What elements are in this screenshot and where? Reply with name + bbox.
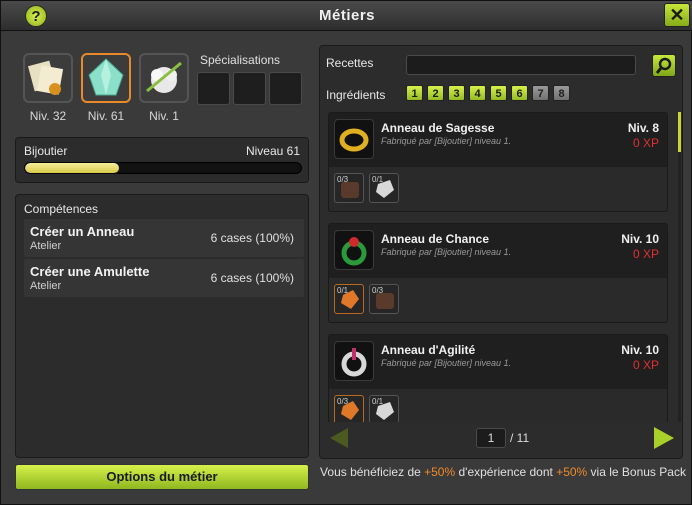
job-level-3: Niv. 1 [149, 109, 179, 123]
bonus-text: Vous bénéficiez de [320, 465, 425, 479]
page-number-input[interactable] [476, 428, 506, 448]
bonus-text: via le Bonus Pack [587, 465, 686, 479]
ingredient-slot[interactable]: 0/3 [334, 395, 364, 422]
ingredients-label: Ingrédients [326, 88, 386, 102]
specialisation-slot[interactable] [269, 72, 302, 105]
ingredient-count: 0/1 [372, 175, 384, 184]
job-level-2: Niv. 61 [87, 109, 125, 123]
recipe-name: Anneau d'Agilité [381, 343, 476, 357]
bonus-percent: +50% [424, 465, 456, 479]
ingredient-slot[interactable]: 0/3 [369, 284, 399, 314]
page-total: / 11 [510, 431, 530, 445]
recipe-card[interactable]: Anneau de Chance Fabriqué par [Bijoutier… [328, 223, 668, 323]
job-level: Niveau 61 [245, 144, 300, 158]
scrollbar-thumb[interactable] [678, 112, 681, 152]
job-level-1: Niv. 32 [29, 109, 67, 123]
job-xp-bar [24, 162, 302, 174]
ingredient-count: 0/1 [372, 397, 384, 406]
skill-cases: 6 cases (100%) [210, 231, 294, 245]
job-xp-fill [25, 163, 119, 173]
recipe-card[interactable]: Anneau d'Agilité Fabriqué par [Bijoutier… [328, 334, 668, 422]
recipe-header: Anneau de Chance Fabriqué par [Bijoutier… [329, 224, 667, 278]
close-icon: ✕ [669, 5, 685, 25]
ingredient-filter-5[interactable]: 5 [490, 85, 507, 101]
recipe-maker: Fabriqué par [Bijoutier] niveau 1. [381, 247, 512, 257]
job-progress-panel: Bijoutier Niveau 61 [15, 137, 309, 183]
ingredient-slot[interactable]: 0/1 [334, 284, 364, 314]
recipes-label: Recettes [326, 56, 374, 70]
skill-name: Créer une Amulette [30, 264, 150, 279]
recipe-maker: Fabriqué par [Bijoutier] niveau 1. [381, 358, 512, 368]
skill-row[interactable]: Créer une Amulette Atelier 6 cases (100%… [24, 259, 304, 297]
recipe-xp: 0 XP [632, 358, 659, 372]
specialisation-slot[interactable] [233, 72, 266, 105]
recipe-header: Anneau de Sagesse Fabriqué par [Bijoutie… [329, 113, 667, 167]
green-ring-icon [334, 230, 374, 270]
ingredient-slot[interactable]: 0/1 [369, 395, 399, 422]
recipe-list[interactable]: Anneau de Sagesse Fabriqué par [Bijoutie… [328, 112, 676, 422]
skill-place: Atelier [30, 280, 62, 292]
recipe-maker: Fabriqué par [Bijoutier] niveau 1. [381, 136, 512, 146]
recipe-header: Anneau d'Agilité Fabriqué par [Bijoutier… [329, 335, 667, 389]
recipe-level: Niv. 10 [621, 232, 659, 246]
silver-ring-icon [334, 341, 374, 381]
job-tab-2[interactable] [81, 53, 131, 103]
ingredient-filter-1[interactable]: 1 [406, 85, 423, 101]
crystal-icon [88, 58, 124, 96]
recipe-xp: 0 XP [632, 247, 659, 261]
next-page-button[interactable] [654, 427, 674, 449]
title-bar[interactable]: ? Métiers ✕ [1, 1, 692, 31]
skills-panel: Compétences Créer un Anneau Atelier 6 ca… [15, 194, 309, 458]
recipe-card[interactable]: Anneau de Sagesse Fabriqué par [Bijoutie… [328, 112, 668, 212]
recipe-search-input[interactable] [406, 55, 636, 75]
ingredient-filter-4[interactable]: 4 [469, 85, 486, 101]
skill-place: Atelier [30, 240, 62, 252]
bonus-text: d'expérience dont [455, 465, 557, 479]
recipe-name: Anneau de Sagesse [381, 121, 495, 135]
search-button[interactable] [652, 54, 676, 77]
recipe-xp: 0 XP [632, 136, 659, 150]
skills-title: Compétences [24, 202, 99, 216]
ingredient-filter-8[interactable]: 8 [553, 85, 570, 101]
ingredient-count: 0/1 [337, 286, 349, 295]
bonus-message: Vous bénéficiez de +50% d'expérience don… [319, 464, 687, 480]
previous-page-button[interactable] [330, 428, 348, 448]
ingredient-count: 0/3 [337, 397, 349, 406]
ingredient-slot[interactable]: 0/1 [369, 173, 399, 203]
skill-row[interactable]: Créer un Anneau Atelier 6 cases (100%) [24, 219, 304, 257]
job-tab-1[interactable] [23, 53, 73, 103]
recipe-scrollbar[interactable] [678, 112, 681, 422]
recipe-name: Anneau de Chance [381, 232, 490, 246]
bonus-percent: +50% [556, 465, 588, 479]
close-button[interactable]: ✕ [664, 3, 690, 27]
search-icon [655, 57, 672, 74]
job-name: Bijoutier [24, 144, 68, 158]
skill-cases: 6 cases (100%) [210, 271, 294, 285]
jobs-window: ? Métiers ✕ Niv. 32 Niv. 61 Niv. 1 Spéci… [0, 0, 692, 505]
job-tab-3[interactable] [139, 53, 189, 103]
job-selector: Niv. 32 Niv. 61 Niv. 1 Spécialisations [15, 45, 309, 127]
ingredient-filter-2[interactable]: 2 [427, 85, 444, 101]
wool-icon [146, 61, 182, 93]
ingredient-filter-7[interactable]: 7 [532, 85, 549, 101]
gold-ring-icon [334, 119, 374, 159]
parchment-icon [28, 60, 64, 95]
ingredient-filter-6[interactable]: 6 [511, 85, 528, 101]
specialisation-slot[interactable] [197, 72, 230, 105]
job-options-button[interactable]: Options du métier [15, 464, 309, 490]
ingredient-slot[interactable]: 0/3 [334, 173, 364, 203]
specialisations-title: Spécialisations [200, 53, 281, 67]
skill-name: Créer un Anneau [30, 224, 135, 239]
window-title: Métiers [318, 7, 376, 24]
recipe-level: Niv. 10 [621, 343, 659, 357]
recipes-panel: Recettes Ingrédients 12345678 Anneau de … [319, 45, 683, 459]
ingredient-count: 0/3 [372, 286, 384, 295]
ingredient-filter-3[interactable]: 3 [448, 85, 465, 101]
recipe-level: Niv. 8 [627, 121, 659, 135]
ingredient-count: 0/3 [337, 175, 349, 184]
